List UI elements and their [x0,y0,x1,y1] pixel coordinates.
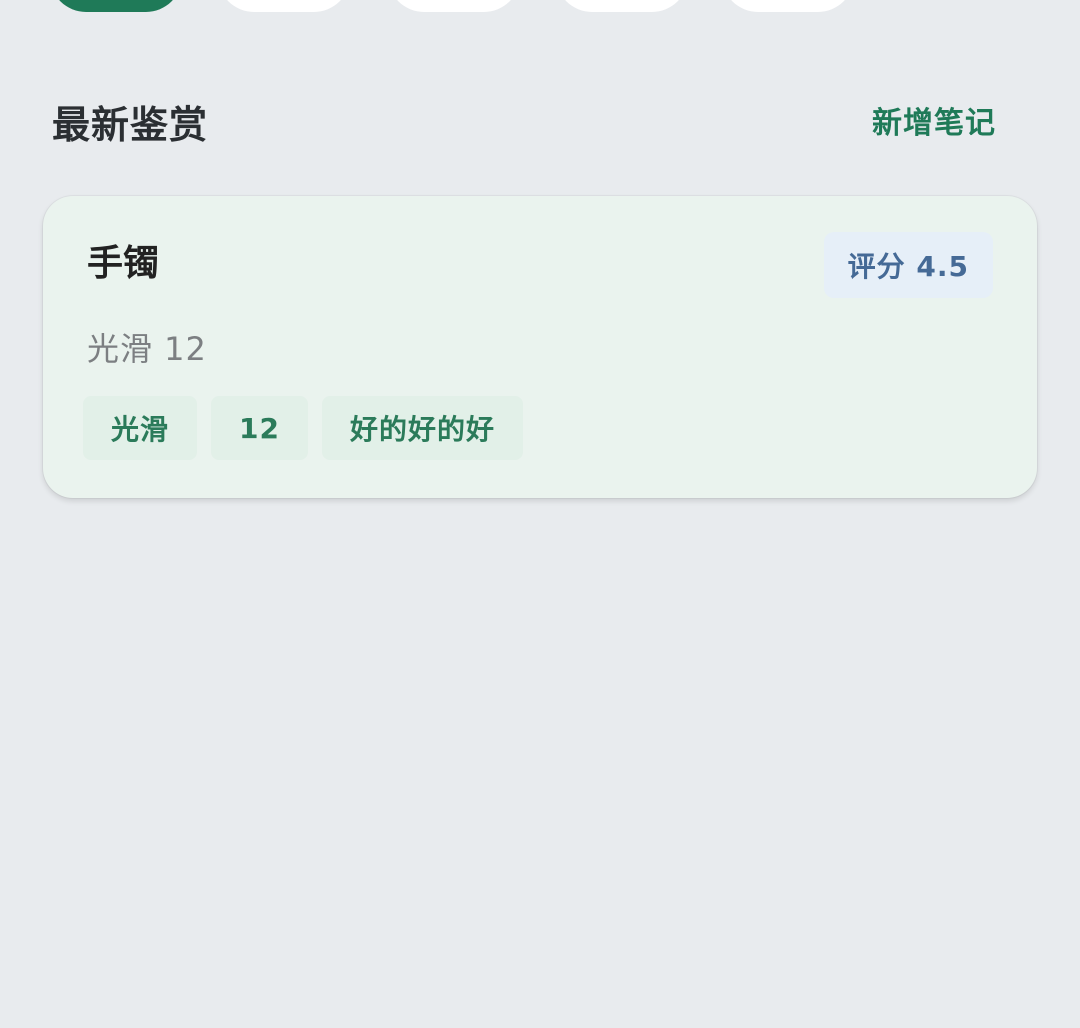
add-note-button[interactable]: 新增笔记 [872,98,996,142]
tab-4[interactable] [722,0,854,12]
top-tab-bar [0,0,1080,12]
score-badge: 评分 4.5 [823,232,993,298]
tag-list: 光滑 12 好的好的好 [83,396,523,460]
card-subtitle: 光滑 12 [87,330,207,368]
section-title: 最新鉴赏 [52,103,209,147]
appraisal-card[interactable]: 手镯 评分 4.5 光滑 12 光滑 12 好的好的好 [43,196,1037,498]
tag-chip: 光滑 [83,396,198,460]
tab-0[interactable] [50,0,182,12]
card-title: 手镯 [87,243,160,284]
section-header: 最新鉴赏 新增笔记 [52,88,996,148]
tab-2[interactable] [388,0,520,12]
tab-1[interactable] [218,0,350,12]
tab-3[interactable] [556,0,688,12]
tag-chip: 好的好的好 [321,396,523,460]
tag-chip: 12 [211,396,308,460]
